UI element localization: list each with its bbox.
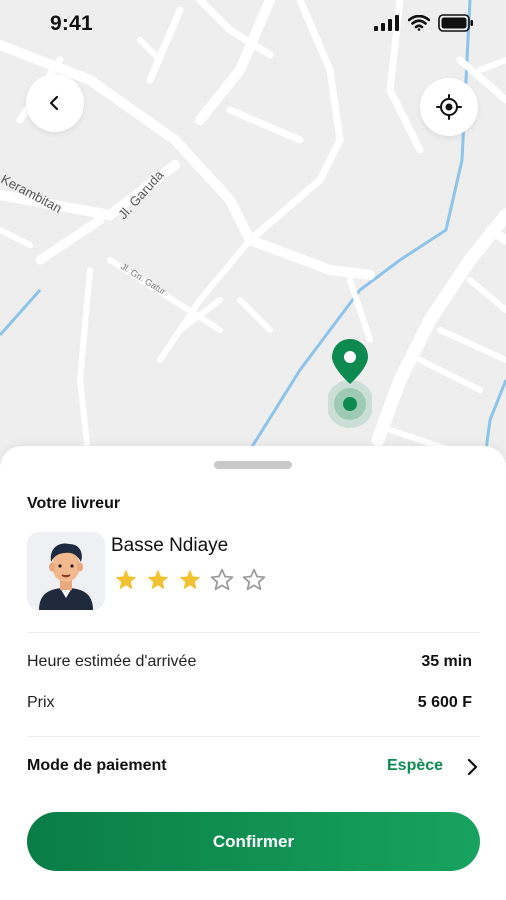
divider bbox=[27, 632, 480, 633]
battery-icon bbox=[438, 14, 473, 32]
star-filled-icon bbox=[179, 569, 201, 590]
courier-avatar bbox=[27, 532, 105, 610]
divider bbox=[27, 736, 480, 737]
map-view[interactable]: Kerambitan Jl. Garuda Jl. Gn. Gatur bbox=[0, 0, 506, 470]
status-bar: 9:41 bbox=[0, 0, 506, 50]
payment-mode-label: Mode de paiement bbox=[27, 757, 167, 774]
price-label: Prix bbox=[27, 694, 55, 711]
status-time: 9:41 bbox=[50, 12, 93, 35]
street-label-garuda: Jl. Garuda bbox=[115, 167, 167, 222]
status-icons bbox=[374, 14, 474, 32]
price-value: 5 600 F bbox=[417, 694, 472, 711]
star-filled-icon bbox=[147, 569, 169, 590]
wifi-icon bbox=[408, 15, 430, 31]
section-title: Votre livreur bbox=[27, 495, 121, 512]
sheet-drag-handle[interactable] bbox=[214, 461, 292, 469]
eta-label: Heure estimée d'arrivée bbox=[27, 653, 197, 670]
star-filled-icon bbox=[115, 569, 137, 590]
payment-mode-value[interactable]: Espèce bbox=[387, 757, 443, 775]
back-button[interactable] bbox=[26, 74, 84, 132]
eta-value: 35 min bbox=[421, 653, 472, 670]
signal-icon bbox=[374, 15, 399, 31]
location-pin bbox=[328, 338, 372, 430]
chevron-right-icon[interactable] bbox=[464, 757, 480, 777]
courier-rating bbox=[113, 567, 267, 593]
courier-name: Basse Ndiaye bbox=[111, 535, 229, 556]
chevron-left-icon bbox=[49, 95, 59, 111]
street-label-gatur: Jl. Gn. Gatur bbox=[119, 261, 168, 297]
star-empty-icon bbox=[210, 568, 234, 591]
courier-sheet: Votre livreur Basse Ndiaye Heure estimée… bbox=[0, 446, 506, 900]
star-empty-icon bbox=[242, 568, 266, 591]
confirm-button[interactable]: Confirmer bbox=[27, 812, 480, 871]
crosshair-icon bbox=[436, 94, 462, 120]
map-canvas: Kerambitan Jl. Garuda Jl. Gn. Gatur bbox=[0, 0, 506, 470]
locate-me-button[interactable] bbox=[420, 78, 478, 136]
